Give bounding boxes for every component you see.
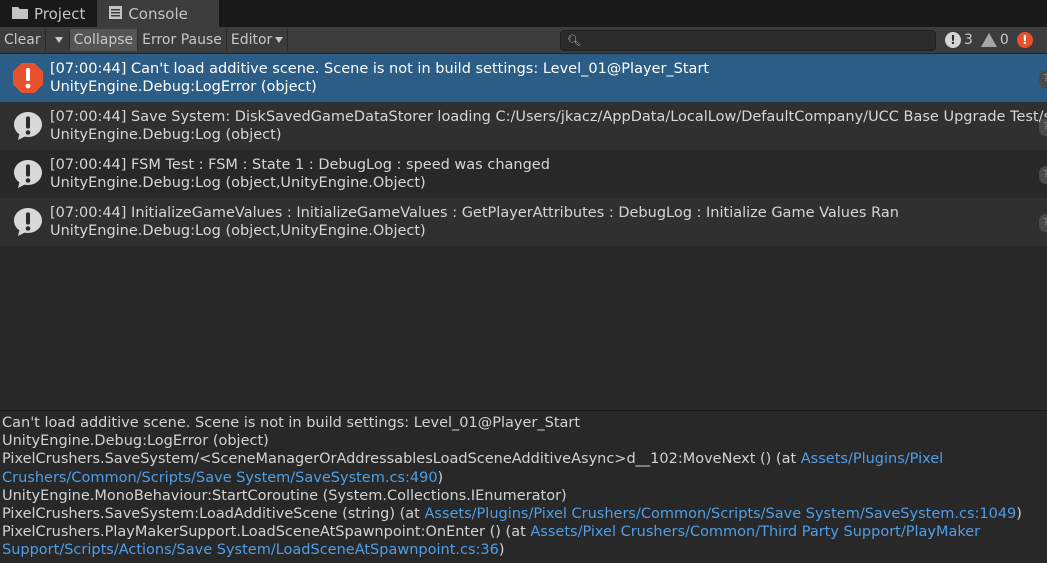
log-message-line: [07:00:44] FSM Test : FSM : State 1 : De… [50,157,550,173]
tab-label: Console [128,4,188,23]
error-count-toggle[interactable]: ! [1016,32,1033,48]
detail-stack-line: PixelCrushers.SaveSystem:LoadAdditiveSce… [2,505,1045,523]
error-icon: ! [1016,32,1033,48]
log-stack-line: UnityEngine.Debug:LogError (object) [50,79,317,95]
stack-trace-panel: Can't load additive scene. Scene is not … [0,411,1047,563]
log-count: 3 [964,32,973,48]
warning-count: 0 [999,32,1009,48]
source-link[interactable]: Assets/Plugins/Pixel Crushers/Common/Scr… [424,506,1016,522]
log-entry[interactable]: [07:00:44] InitializeGameValues : Initia… [0,198,1047,246]
log-message: [07:00:44] Save System: DiskSavedGameDat… [50,108,1047,144]
log-message: [07:00:44] Can't load additive scene. Sc… [50,60,709,96]
tab-console[interactable]: Console [97,0,220,27]
log-message: [07:00:44] InitializeGameValues : Initia… [50,204,899,240]
folder-icon [12,5,28,23]
stack-text: PixelCrushers.SaveSystem/<SceneManagerOr… [2,451,801,468]
chevron-down-icon [54,37,63,43]
stack-text: ) [437,469,444,486]
editor-label: Editor [230,32,273,48]
log-stack-line: UnityEngine.Debug:Log (object,UnityEngin… [50,175,426,191]
log-message-line: [07:00:44] Can't load additive scene. Sc… [50,61,710,77]
log-entry[interactable]: [07:00:44] FSM Test : FSM : State 1 : De… [0,150,1047,198]
detail-stack-line: UnityEngine.MonoBehaviour:StartCoroutine… [2,487,567,504]
stack-text: PixelCrushers.PlayMakerSupport.LoadScene… [2,524,531,541]
log-count-toggle[interactable]: ! 3 [945,32,973,48]
error-icon [12,62,44,94]
log-list: [07:00:44] Can't load additive scene. Sc… [0,54,1047,410]
log-message-line: [07:00:44] InitializeGameValues : Initia… [50,205,899,221]
stack-text: PixelCrushers.SaveSystem:LoadAdditiveSce… [2,506,425,523]
tab-project[interactable]: Project [0,0,97,27]
tab-bar: Project Console [0,0,1047,27]
info-icon [12,110,44,142]
search-icon: 🔍︎ [567,34,581,47]
log-entry[interactable]: [07:00:44] Can't load additive scene. Sc… [0,54,1047,102]
help-icon[interactable]: ? [1039,214,1047,232]
stack-text: ) [498,542,505,559]
editor-dropdown[interactable]: Editor [227,29,289,51]
detail-stack-line: PixelCrushers.PlayMakerSupport.LoadScene… [2,523,1045,559]
warning-count-toggle[interactable]: 0 [980,32,1009,48]
detail-message: Can't load additive scene. Scene is not … [2,415,581,431]
info-icon [12,158,44,190]
log-entry[interactable]: [07:00:44] Save System: DiskSavedGameDat… [0,102,1047,150]
clear-options-dropdown[interactable] [46,29,70,51]
chevron-down-icon [275,37,284,43]
info-icon [12,206,44,238]
log-message-line: [07:00:44] Save System: DiskSavedGameDat… [50,109,1047,125]
collapse-toggle[interactable]: Collapse [69,29,139,51]
help-icon[interactable]: ? [1039,166,1047,184]
console-icon [109,5,123,23]
help-icon[interactable]: ? [1039,118,1047,136]
detail-stack-line: PixelCrushers.SaveSystem/<SceneManagerOr… [2,450,1045,486]
info-icon: ! [945,32,961,48]
warning-icon [980,33,997,47]
log-message: [07:00:44] FSM Test : FSM : State 1 : De… [50,156,550,192]
tab-label: Project [34,4,86,23]
console-toolbar: Clear Collapse Error Pause Editor 🔍︎ ! 3… [0,27,1047,54]
log-counters: ! 3 0 ! [945,27,1033,53]
log-stack-line: UnityEngine.Debug:Log (object,UnityEngin… [50,223,426,239]
help-icon[interactable]: ? [1039,70,1047,88]
stack-text: ) [1016,506,1022,523]
search-input[interactable]: 🔍︎ [560,30,936,51]
log-stack-line: UnityEngine.Debug:Log (object) [50,127,282,143]
error-pause-toggle[interactable]: Error Pause [138,29,227,51]
clear-button[interactable]: Clear [0,29,46,51]
detail-stack-line: UnityEngine.Debug:LogError (object) [2,433,269,450]
